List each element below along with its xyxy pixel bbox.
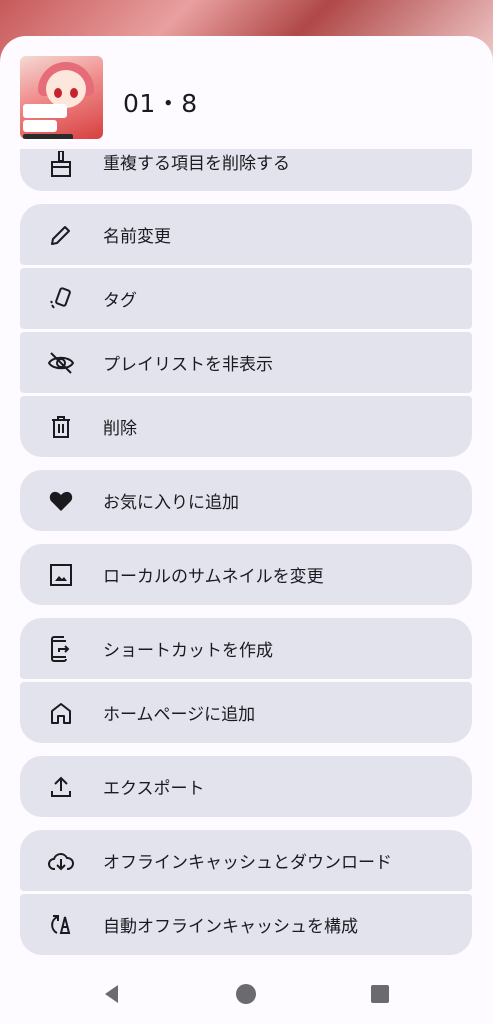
- home-button[interactable]: [234, 982, 258, 1006]
- add-homepage-item[interactable]: ホームページに追加: [20, 682, 472, 743]
- menu-item-label: ショートカットを作成: [103, 641, 273, 661]
- menu-group: ローカルのサムネイルを変更: [20, 544, 472, 605]
- auto-offline-cache-item[interactable]: 自動オフラインキャッシュを構成: [20, 894, 472, 955]
- menu-list: 重複する項目を削除する 名前変更 タグ プレイリストを非表示 削除 お気に入りに…: [20, 149, 472, 968]
- offline-download-item[interactable]: オフラインキャッシュとダウンロード: [20, 830, 472, 891]
- menu-group: ショートカットを作成 ホームページに追加: [20, 618, 472, 743]
- create-shortcut-item[interactable]: ショートカットを作成: [20, 618, 472, 679]
- menu-item-label: 削除: [103, 419, 137, 439]
- remove-duplicates-item[interactable]: 重複する項目を削除する: [20, 149, 472, 191]
- tag-item[interactable]: タグ: [20, 268, 472, 329]
- menu-group: 重複する項目を削除する: [20, 149, 472, 191]
- tag-icon: [48, 286, 74, 312]
- shortcut-icon: [48, 635, 74, 662]
- image-icon: [48, 562, 74, 588]
- change-thumbnail-item[interactable]: ローカルのサムネイルを変更: [20, 544, 472, 605]
- export-item[interactable]: エクスポート: [20, 756, 472, 817]
- recents-button[interactable]: [368, 982, 392, 1006]
- delete-item[interactable]: 削除: [20, 396, 472, 457]
- home-icon: [48, 700, 74, 726]
- menu-group: お気に入りに追加: [20, 470, 472, 531]
- hide-playlist-item[interactable]: プレイリストを非表示: [20, 332, 472, 393]
- trash-icon: [48, 414, 74, 440]
- menu-group: オフラインキャッシュとダウンロード 自動オフラインキャッシュを構成: [20, 830, 472, 955]
- cloud-download-icon: [48, 848, 74, 874]
- back-button[interactable]: [100, 982, 124, 1006]
- menu-item-label: プレイリストを非表示: [103, 355, 273, 375]
- menu-item-label: 重複する項目を削除する: [103, 154, 290, 174]
- playlist-title: 01・8: [123, 89, 198, 118]
- auto-cache-icon: [48, 912, 74, 938]
- menu-group: 名前変更 タグ プレイリストを非表示 削除: [20, 204, 472, 457]
- bottom-sheet: 01・8 重複する項目を削除する 名前変更 タグ プレイリストを非表示 削除 お…: [0, 36, 493, 1024]
- sheet-header: 01・8: [0, 36, 493, 149]
- menu-item-label: タグ: [103, 291, 137, 311]
- broom-icon: [48, 151, 74, 177]
- upload-icon: [48, 774, 74, 800]
- menu-item-label: エクスポート: [103, 779, 205, 799]
- menu-item-label: 自動オフラインキャッシュを構成: [103, 917, 358, 937]
- menu-item-label: オフラインキャッシュとダウンロード: [103, 853, 392, 873]
- eye-off-icon: [48, 350, 74, 376]
- menu-item-label: 名前変更: [103, 227, 171, 247]
- menu-item-label: お気に入りに追加: [103, 493, 239, 513]
- menu-item-label: ホームページに追加: [103, 705, 256, 725]
- system-nav-bar: [0, 958, 493, 1024]
- playlist-thumbnail: [20, 56, 103, 139]
- heart-icon: [48, 488, 74, 514]
- menu-group: エクスポート: [20, 756, 472, 817]
- pencil-icon: [48, 222, 74, 248]
- rename-item[interactable]: 名前変更: [20, 204, 472, 265]
- menu-item-label: ローカルのサムネイルを変更: [103, 567, 324, 587]
- add-favorite-item[interactable]: お気に入りに追加: [20, 470, 472, 531]
